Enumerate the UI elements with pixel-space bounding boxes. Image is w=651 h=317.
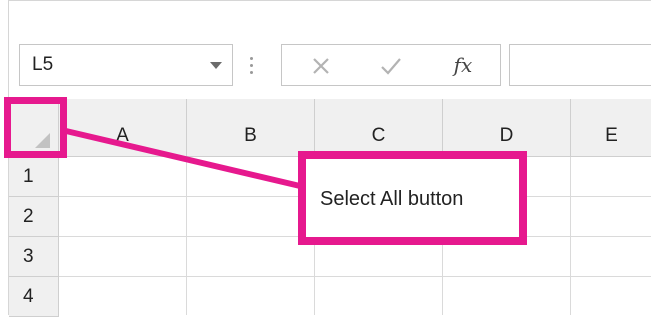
- close-icon[interactable]: [306, 51, 336, 81]
- drag-handle-icon[interactable]: [249, 55, 255, 77]
- row-header-4[interactable]: 4: [9, 277, 59, 317]
- column-header-a[interactable]: A: [59, 99, 187, 157]
- gridline: [570, 157, 571, 315]
- ribbon-strip: [9, 1, 651, 30]
- row-header-1[interactable]: 1: [9, 157, 59, 197]
- formula-input[interactable]: [509, 44, 651, 86]
- column-header-b[interactable]: B: [187, 99, 315, 157]
- name-box-value: L5: [32, 54, 54, 75]
- column-header-e[interactable]: E: [571, 99, 651, 157]
- insert-function-button[interactable]: fx: [446, 49, 480, 81]
- column-header-c[interactable]: C: [315, 99, 443, 157]
- row-header-3[interactable]: 3: [9, 237, 59, 277]
- chevron-down-icon[interactable]: [210, 62, 222, 69]
- select-all-button[interactable]: [9, 99, 59, 157]
- callout-label: Select All button: [320, 188, 464, 210]
- gridline: [186, 157, 187, 315]
- column-header-d[interactable]: D: [443, 99, 571, 157]
- callout-box: Select All button: [298, 151, 527, 245]
- checkmark-icon[interactable]: [376, 51, 406, 81]
- corner-triangle-icon: [35, 133, 50, 148]
- formula-buttons: fx: [281, 44, 501, 86]
- formula-bar: L5 fx: [9, 29, 651, 99]
- row-header-2[interactable]: 2: [9, 197, 59, 237]
- name-box[interactable]: L5: [19, 44, 233, 86]
- gridline: [59, 276, 651, 277]
